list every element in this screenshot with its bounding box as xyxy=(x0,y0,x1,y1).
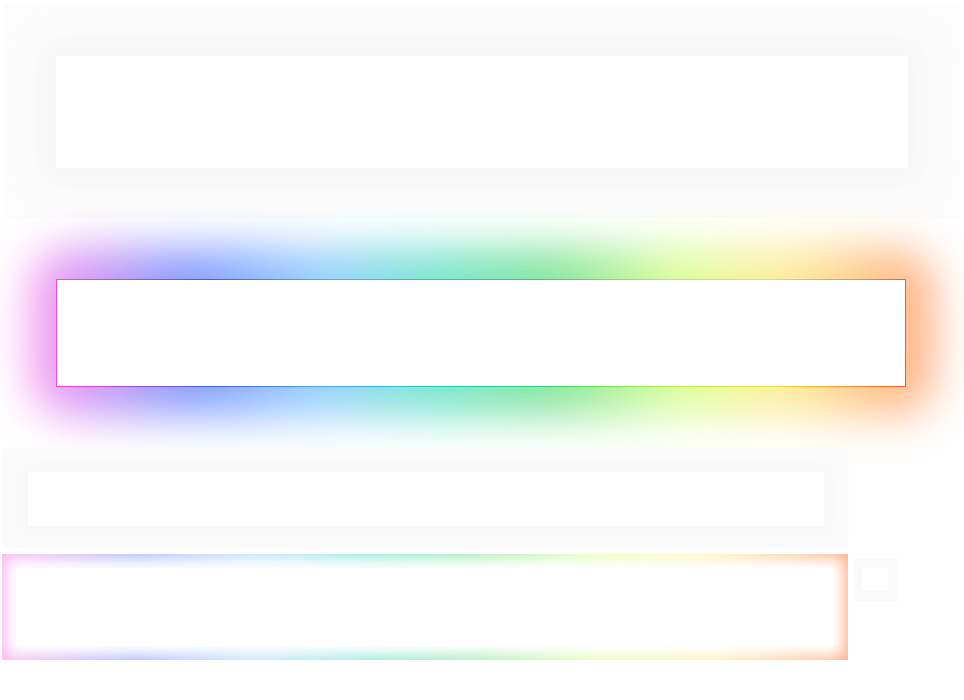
rainbow-inset-frame xyxy=(2,554,848,660)
grey-glow-box xyxy=(56,56,908,168)
rainbow-glow-panel xyxy=(0,222,964,444)
lower-grey-glow-panel xyxy=(2,448,848,548)
lower-grey-glow-box xyxy=(28,472,824,526)
rainbow-bordered-box xyxy=(56,279,906,387)
faint-square-core xyxy=(862,568,888,590)
grey-glow-panel xyxy=(4,4,960,218)
faint-square-shape xyxy=(854,558,898,602)
glow-effects-canvas xyxy=(0,0,964,700)
rainbow-inset-box xyxy=(16,568,834,646)
